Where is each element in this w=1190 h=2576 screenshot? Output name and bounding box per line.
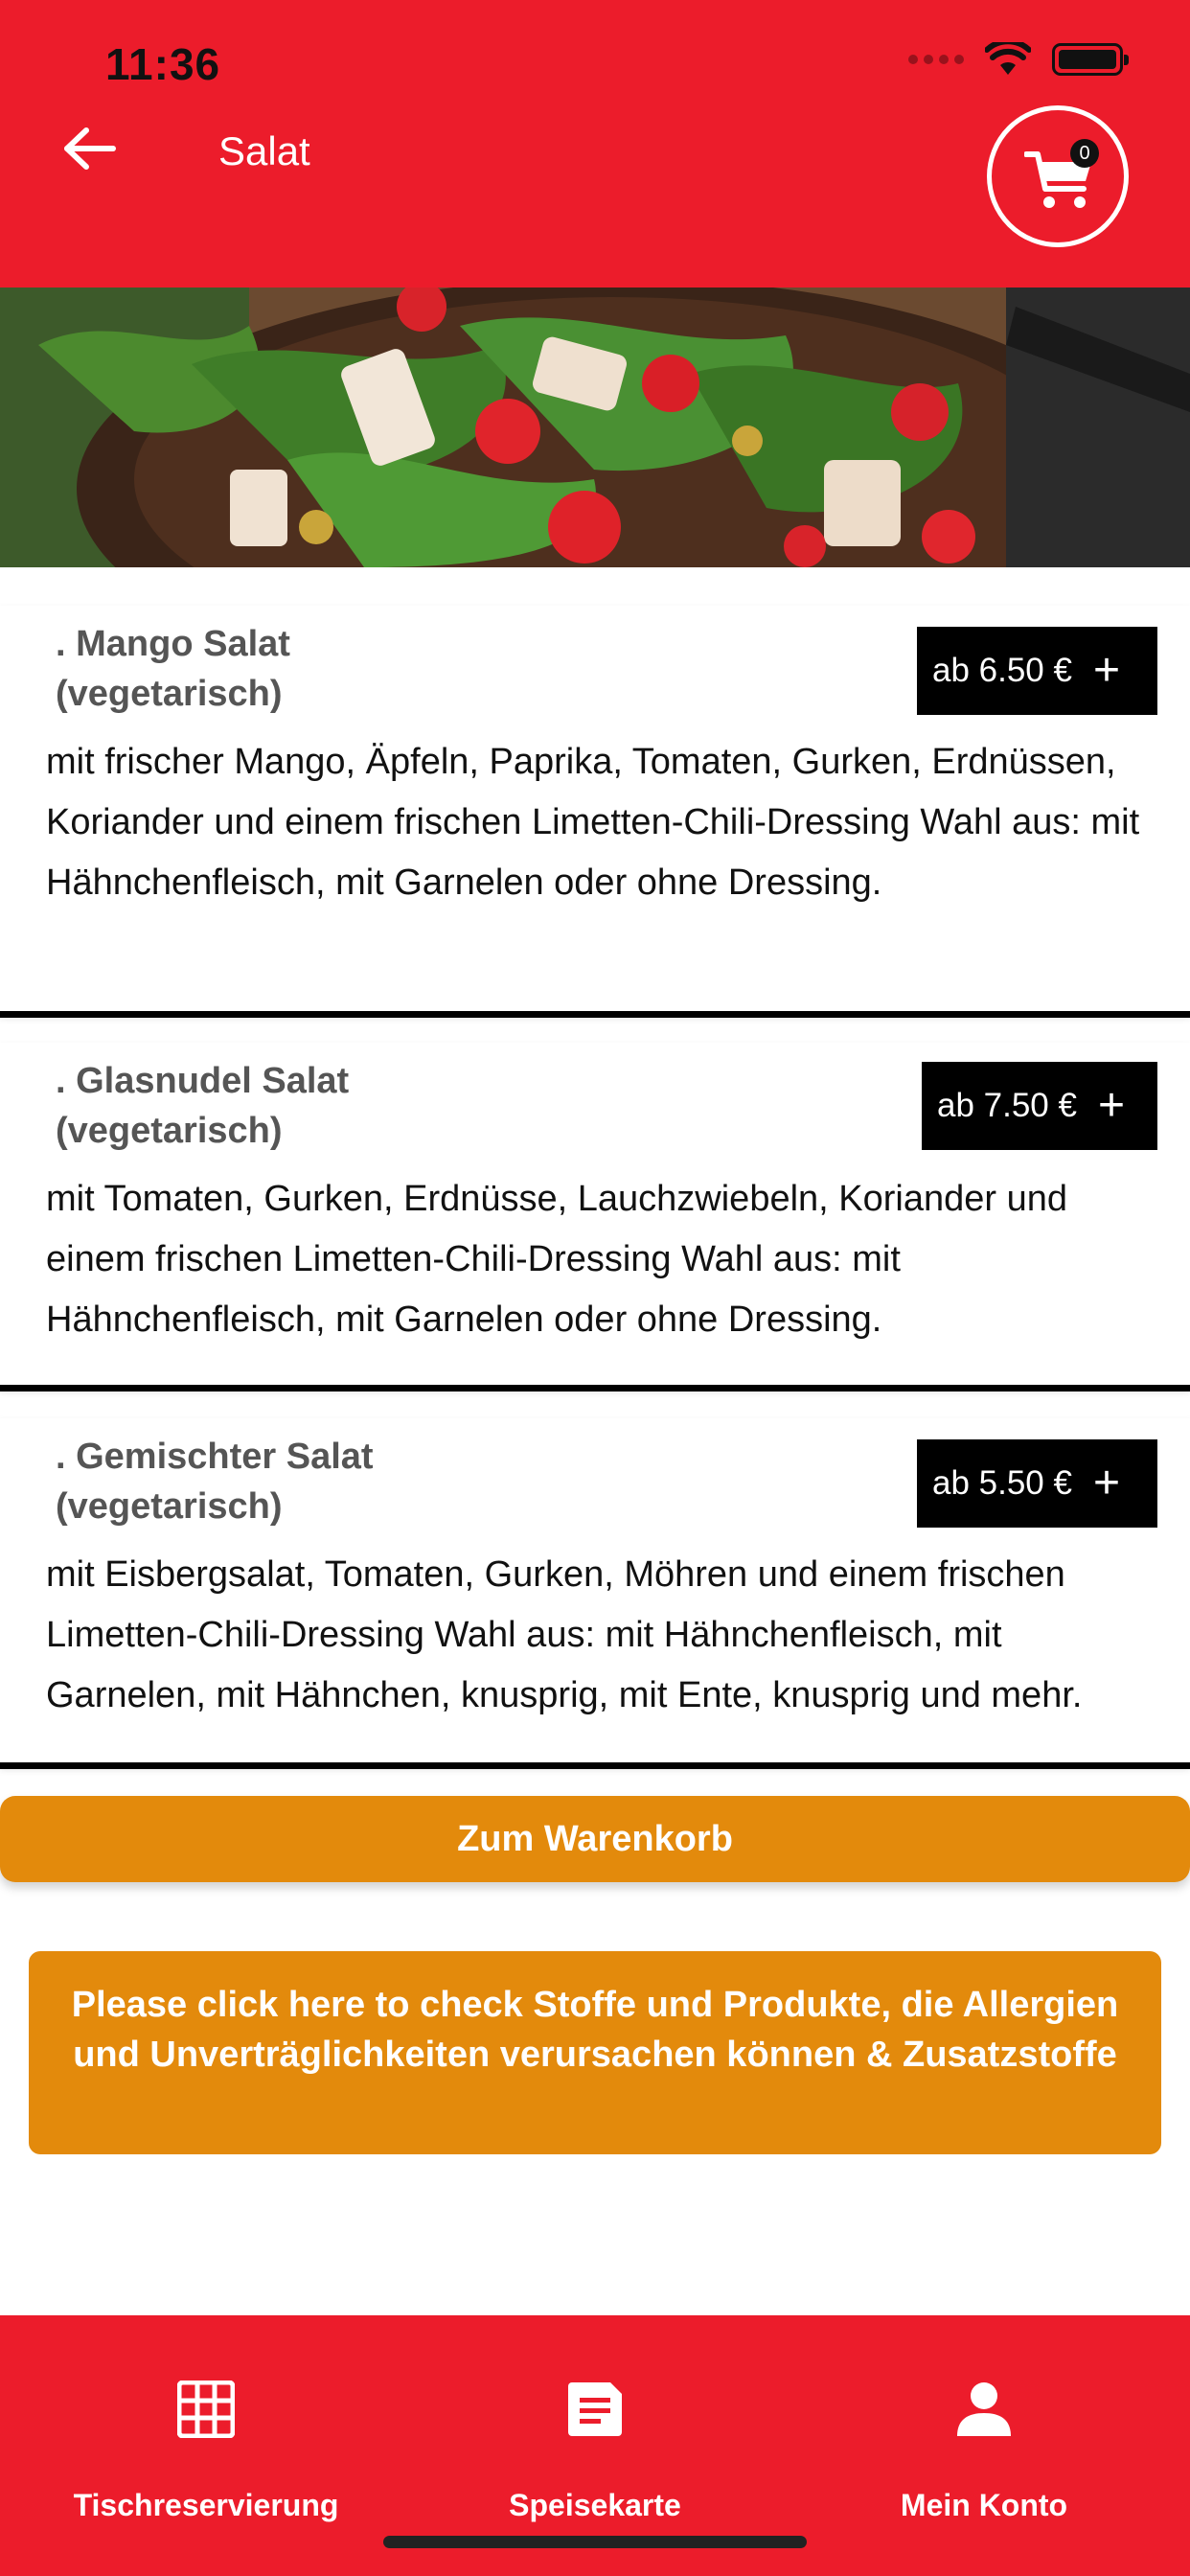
nav-item-speisekarte[interactable]: Speisekarte <box>397 2315 793 2526</box>
cart-button[interactable]: 0 <box>987 105 1129 247</box>
back-button[interactable] <box>59 125 126 182</box>
menu-item: . Glasnudel Salat (vegetarisch) ab 7.50 … <box>0 1043 1190 1392</box>
item-price: ab 7.50 € <box>937 1087 1077 1124</box>
nav-label: Mein Konto <box>900 2488 1068 2522</box>
item-name: . Glasnudel Salat (vegetarisch) <box>56 1061 350 1151</box>
add-to-cart-button[interactable]: ab 7.50 € + <box>922 1062 1157 1150</box>
nav-label: Tischreservierung <box>73 2488 339 2522</box>
nav-label: Speisekarte <box>509 2488 681 2522</box>
item-price: ab 6.50 € <box>932 652 1072 689</box>
status-time: 11:36 <box>105 39 221 89</box>
page-title: Salat <box>218 128 310 173</box>
home-indicator[interactable] <box>383 2536 807 2548</box>
arrow-left-icon <box>64 127 116 170</box>
app-header: 11:36 Salat 0 <box>0 0 1190 288</box>
nav-item-mein-konto[interactable]: Mein Konto <box>786 2315 1182 2526</box>
item-description: mit Eisbergsalat, Tomaten, Gurken, Möhre… <box>46 1554 1083 1715</box>
plus-icon: + <box>1092 1458 1120 1508</box>
item-description: mit frischer Mango, Äpfeln, Paprika, Tom… <box>46 742 1140 903</box>
allergy-info-button[interactable]: Please click here to check Stoffe und Pr… <box>29 1951 1161 2154</box>
grid-icon <box>177 2380 235 2438</box>
wifi-icon <box>985 42 1031 75</box>
signal-icon <box>908 55 964 64</box>
menu-item: . Gemischter Salat (vegetarisch) ab 5.50… <box>0 1418 1190 1769</box>
add-to-cart-button[interactable]: ab 5.50 € + <box>917 1439 1157 1528</box>
person-icon <box>957 2382 1011 2436</box>
document-icon <box>568 2382 622 2436</box>
item-name: . Mango Salat (vegetarisch) <box>56 624 290 714</box>
item-name: . Gemischter Salat (vegetarisch) <box>56 1437 374 1527</box>
battery-icon <box>1052 43 1129 76</box>
add-to-cart-button[interactable]: ab 6.50 € + <box>917 627 1157 715</box>
go-to-cart-button[interactable]: Zum Warenkorb <box>0 1796 1190 1882</box>
category-hero-image <box>0 288 1190 567</box>
plus-icon: + <box>1092 645 1120 696</box>
item-price: ab 5.50 € <box>932 1464 1072 1502</box>
cart-count-badge: 0 <box>1070 139 1099 168</box>
item-description: mit Tomaten, Gurken, Erdnüsse, Lauchzwie… <box>46 1179 1068 1340</box>
plus-icon: + <box>1097 1080 1125 1131</box>
nav-item-tischreservierung[interactable]: Tischreservierung <box>8 2315 404 2526</box>
menu-item: . Mango Salat (vegetarisch) ab 6.50 € + … <box>0 606 1190 1018</box>
status-icons <box>908 42 1129 77</box>
